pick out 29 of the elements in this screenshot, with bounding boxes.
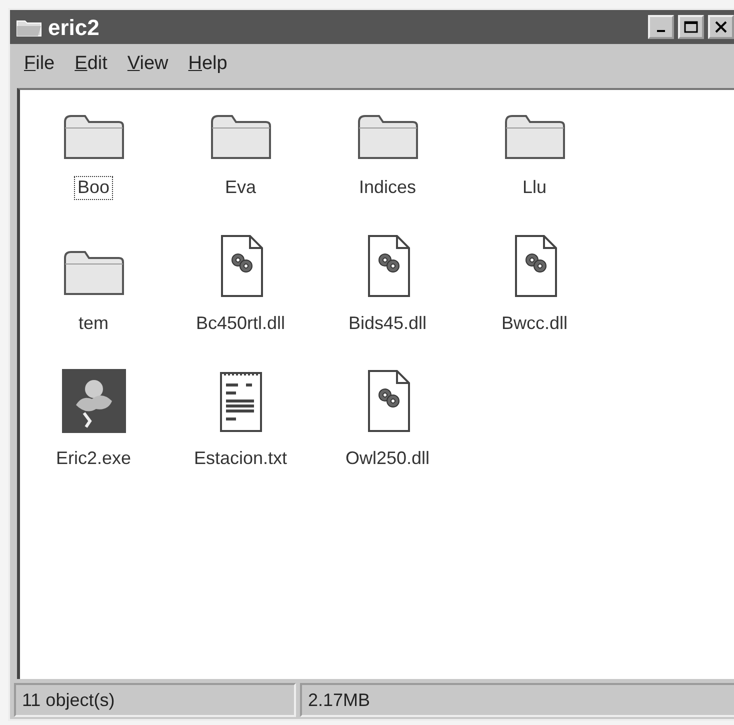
- status-count: 11 object(s): [14, 683, 296, 717]
- maximize-button[interactable]: [678, 15, 704, 39]
- status-size: 2.17MB: [300, 683, 734, 717]
- explorer-entry[interactable]: Boo: [20, 98, 167, 200]
- folder-icon: [502, 112, 566, 162]
- close-button[interactable]: [708, 15, 734, 39]
- program-icon: [62, 369, 126, 434]
- folder-icon: [62, 112, 126, 162]
- close-icon: [714, 21, 728, 33]
- explorer-entry[interactable]: Eva: [167, 98, 314, 200]
- menu-item[interactable]: View: [119, 48, 176, 80]
- explorer-entry[interactable]: Bc450rtl.dll: [167, 234, 314, 336]
- explorer-entry[interactable]: tem: [20, 234, 167, 336]
- folder-icon: [356, 112, 420, 162]
- minimize-icon: [657, 30, 665, 32]
- menu-item[interactable]: Edit: [66, 48, 116, 80]
- minimize-button[interactable]: [648, 15, 674, 39]
- explorer-entry[interactable]: Llu: [461, 98, 608, 200]
- window-title: eric2: [48, 14, 100, 42]
- explorer-entry[interactable]: Bwcc.dll: [461, 234, 608, 336]
- explorer-entry[interactable]: Estacion.txt: [167, 369, 314, 471]
- maximize-icon: [684, 21, 698, 33]
- explorer-entry[interactable]: Eric2.exe: [20, 369, 167, 471]
- menu-item[interactable]: File: [16, 48, 63, 80]
- explorer-entry[interactable]: Indices: [314, 98, 461, 200]
- explorer-entry[interactable]: Owl250.dll: [314, 369, 461, 471]
- explorer-entry[interactable]: Bids45.dll: [314, 234, 461, 336]
- folder-icon: [208, 112, 272, 162]
- menu-item[interactable]: Help: [180, 48, 236, 80]
